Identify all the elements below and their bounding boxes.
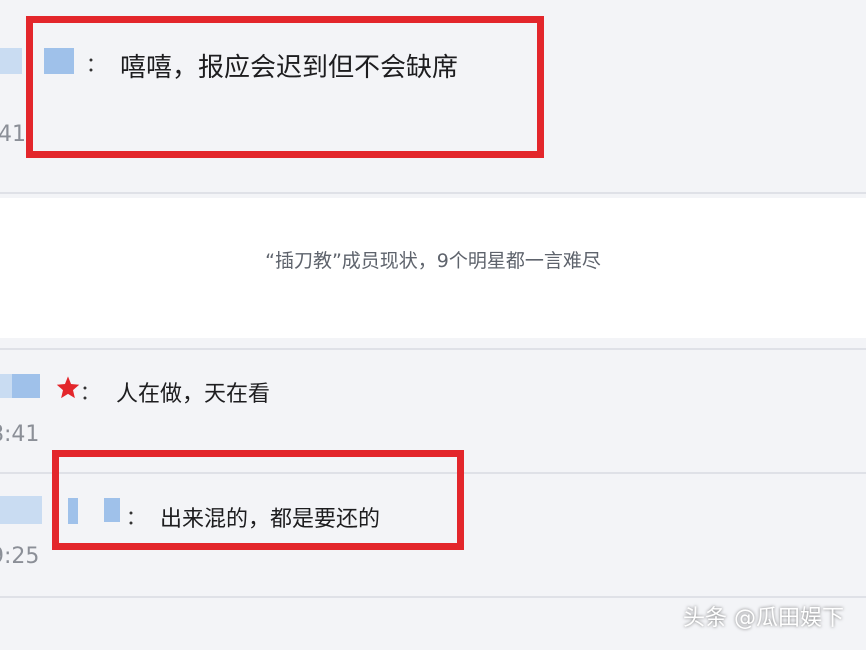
highlight-box xyxy=(26,16,544,158)
star-icon xyxy=(56,376,80,399)
comment-separator: ： xyxy=(80,380,100,404)
comment-timestamp: 9:25 xyxy=(0,544,40,569)
comment-text: 人在做，天在看 xyxy=(116,382,271,407)
divider xyxy=(0,192,866,194)
article-link[interactable]: “插刀教”成员现状，9个明星都一言难尽 xyxy=(0,246,866,273)
avatar xyxy=(0,496,42,524)
watermark: 头条 @瓜田娱下 xyxy=(683,606,844,631)
comment-timestamp: 41 xyxy=(0,122,26,147)
avatar xyxy=(0,48,22,74)
article-card[interactable]: “插刀教”成员现状，9个明星都一言难尽 xyxy=(0,198,866,338)
comment-item-1: ： 嘻嘻，报应会迟到但不会缺席 41 xyxy=(0,0,866,192)
avatar xyxy=(12,374,40,398)
comment-timestamp: 8:41 xyxy=(0,422,40,447)
divider xyxy=(0,596,866,598)
highlight-box xyxy=(52,450,464,550)
avatar xyxy=(0,374,12,398)
